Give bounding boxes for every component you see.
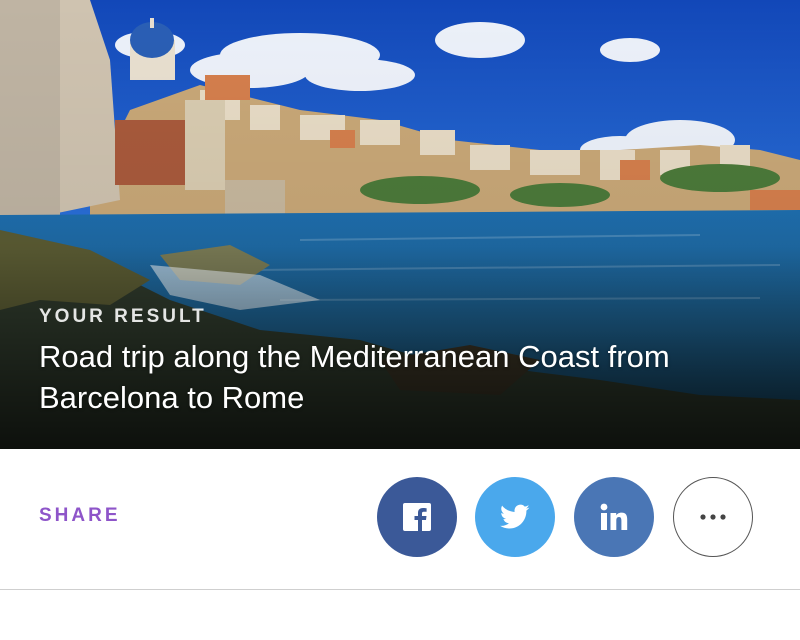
twitter-share-button[interactable] <box>475 477 555 557</box>
linkedin-share-button[interactable] <box>574 477 654 557</box>
linkedin-icon <box>600 503 628 530</box>
more-dots-icon <box>700 514 726 520</box>
more-share-options-button[interactable] <box>673 477 753 557</box>
divider <box>0 589 800 590</box>
facebook-share-button[interactable] <box>377 477 457 557</box>
twitter-icon <box>500 504 530 529</box>
your-result-label: YOUR RESULT <box>39 306 207 327</box>
facebook-icon <box>403 503 431 531</box>
result-hero: YOUR RESULT Road trip along the Mediterr… <box>0 0 800 449</box>
share-bar: SHARE <box>0 449 800 589</box>
result-title: Road trip along the Mediterranean Coast … <box>39 339 670 415</box>
share-label: SHARE <box>39 505 121 526</box>
hero-caption: YOUR RESULT Road trip along the Mediterr… <box>39 306 760 418</box>
